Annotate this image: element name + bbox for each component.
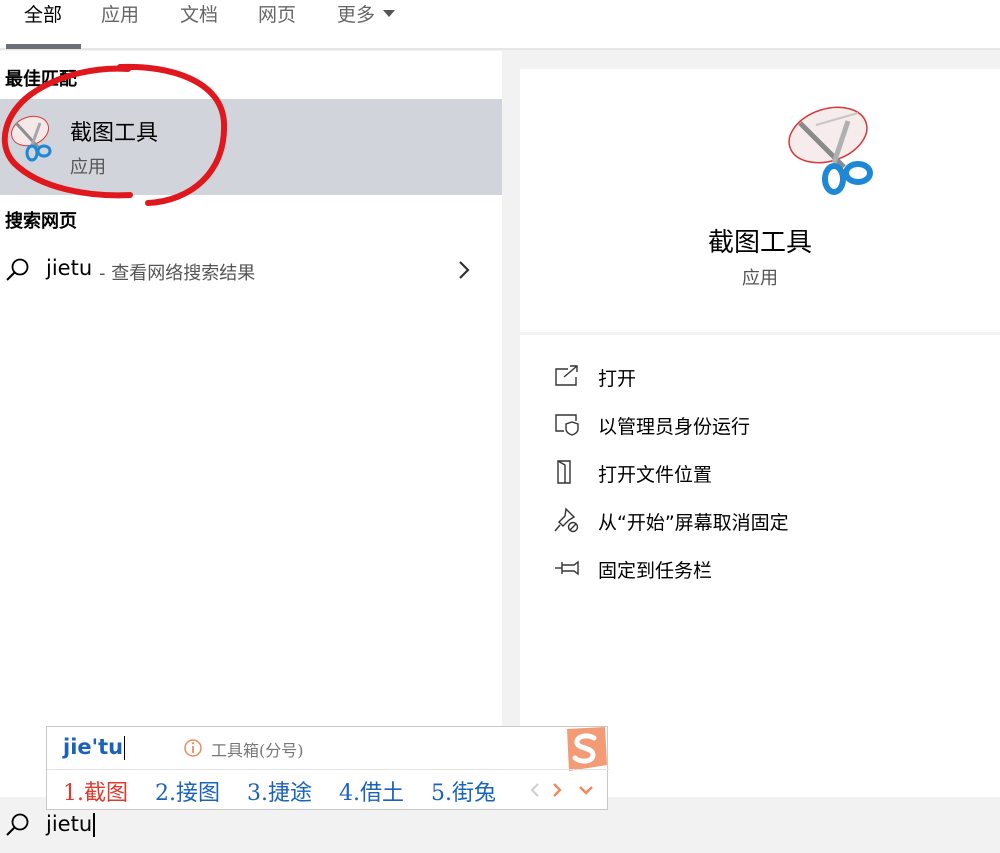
text-caret [93,813,96,837]
pin-taskbar-icon [555,560,579,576]
ime-composition: jie'tu [63,735,126,760]
chevron-right-icon[interactable] [549,781,565,799]
chevron-down-icon [383,10,396,17]
web-search-description: - 查看网络搜索结果 [99,263,256,284]
unpin-icon [554,507,579,533]
ime-candidate-1[interactable]: 1.截图 [63,775,128,807]
web-search-result[interactable]: jietu - 查看网络搜索结果 [0,247,502,297]
ime-candidate-4[interactable]: 4.借土 [339,775,404,807]
snipping-tool-icon [11,115,52,162]
action-open[interactable]: 打开 [554,363,974,393]
ime-candidate-2[interactable]: 2.接图 [155,775,220,807]
search-input-value: jietu [46,812,93,836]
chevron-right-icon[interactable] [456,259,472,281]
action-unpin-start[interactable]: 从“开始”屏幕取消固定 [554,507,974,537]
ime-candidate-3[interactable]: 3.捷途 [247,775,312,807]
tab-all[interactable]: 全部 [24,0,62,27]
tab-documents[interactable]: 文档 [180,0,218,27]
best-match-result[interactable]: 截图工具 应用 [0,99,502,195]
action-open-file-location-label: 打开文件位置 [598,464,713,486]
ime-composition-text: jie'tu [63,735,124,759]
run-as-admin-icon [555,414,579,436]
app-detail-title: 截图工具 [707,228,812,258]
best-match-subtitle: 应用 [70,157,106,178]
chevron-left-icon[interactable] [527,781,543,799]
sogou-logo-icon [567,727,607,771]
action-open-file-location[interactable]: 打开文件位置 [554,459,974,489]
tab-more[interactable]: 更多 [337,0,396,27]
search-icon [6,813,29,836]
web-search-query: jietu [46,256,93,280]
action-pin-taskbar[interactable]: 固定到任务栏 [554,555,974,585]
active-tab-indicator [6,44,81,49]
ime-candidate-5[interactable]: 5.街兔 [431,775,496,807]
tab-more-label: 更多 [337,4,376,26]
search-filter-tabs: 全部 应用 文档 网页 更多 [0,0,1000,50]
best-match-title: 截图工具 [70,121,159,146]
tab-apps[interactable]: 应用 [101,0,139,27]
ime-divider [47,769,609,770]
action-run-as-admin-label: 以管理员身份运行 [598,416,751,438]
open-icon [555,365,578,386]
search-input[interactable]: jietu [46,812,96,837]
app-detail-subtitle: 应用 [742,268,778,289]
tab-web[interactable]: 网页 [258,0,296,27]
app-detail-header: 截图工具 应用 [520,69,1000,332]
best-match-heading: 最佳匹配 [5,69,77,90]
action-pin-taskbar-label: 固定到任务栏 [598,560,713,582]
action-open-label: 打开 [598,368,637,390]
action-unpin-start-label: 从“开始”屏幕取消固定 [598,512,789,534]
snipping-tool-large-icon [788,106,873,195]
ime-toolbox-hint[interactable]: 工具箱(分号) [211,737,304,761]
web-search-heading: 搜索网页 [5,211,77,232]
chevron-down-icon[interactable] [578,781,594,799]
file-location-icon [557,460,571,484]
ime-candidate-window: jie'tu 工具箱(分号) 1.截图 2.接图 3.捷途 4.借土 5.街兔 [46,726,609,810]
results-panel: 最佳匹配 截图工具 应用 搜索网页 jietu - 查看网络搜索结果 [0,51,502,797]
search-icon [6,258,29,281]
action-run-as-admin[interactable]: 以管理员身份运行 [554,411,974,441]
info-icon [184,739,202,757]
ime-caret [124,736,126,760]
